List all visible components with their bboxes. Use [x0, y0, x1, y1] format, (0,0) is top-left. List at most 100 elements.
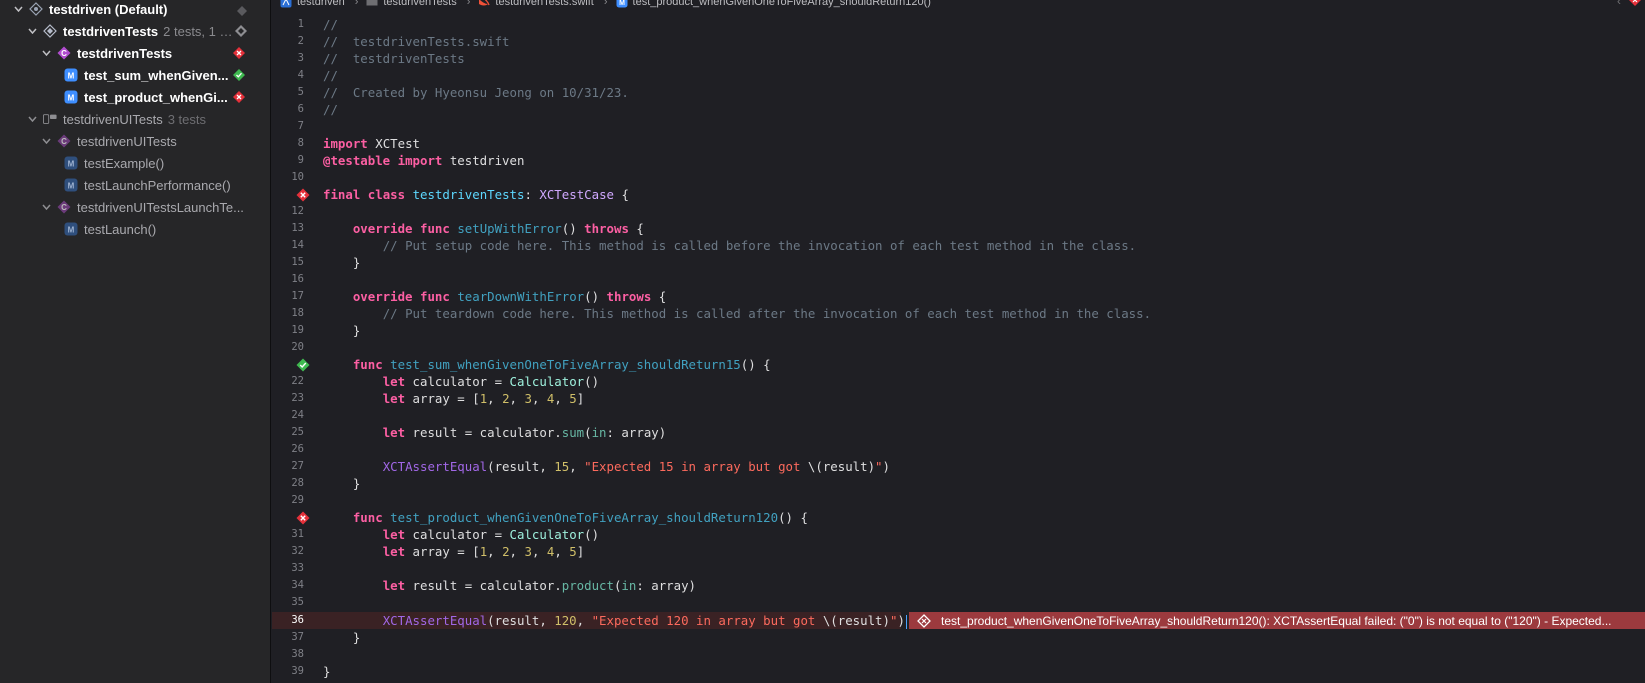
swift-icon	[478, 0, 491, 8]
line-number: 37	[291, 631, 304, 643]
code-line: }	[352, 476, 361, 491]
jump-bar: testdriven › testdrivenTests › testdrive…	[272, 0, 1645, 10]
line-number: 33	[291, 562, 304, 574]
code-line: func test_product_whenGivenOneToFiveArra…	[352, 510, 808, 525]
test-failed-icon[interactable]	[233, 91, 247, 105]
crumb-group[interactable]: testdrivenTests	[366, 0, 457, 8]
method-icon: M	[64, 178, 78, 192]
test-bundle-icon	[43, 24, 57, 38]
code-line: }	[323, 664, 331, 679]
code-line: // testdrivenTests	[323, 51, 465, 66]
svg-text:C: C	[61, 137, 67, 146]
code-line: override func setUpWithError() throws {	[352, 221, 644, 236]
test-failed-icon[interactable]	[233, 47, 247, 61]
code-line: //	[323, 68, 338, 83]
tree-label: testdriven (Default)	[49, 1, 168, 17]
code-line: // Put setup code here. This method is c…	[382, 238, 1137, 253]
line-number: 29	[291, 494, 304, 506]
test-failed-icon[interactable]	[296, 511, 310, 525]
diamond-icon[interactable]	[235, 25, 247, 37]
tree-row-test-launch-performance[interactable]: M testLaunchPerformance()	[0, 174, 270, 196]
chevron-left-icon[interactable]: ‹	[1617, 0, 1621, 9]
code-line: // Created by Hyeonsu Jeong on 10/31/23.	[323, 85, 629, 100]
code-line: // Put teardown code here. This method i…	[382, 306, 1152, 321]
line-number: 2	[297, 35, 304, 47]
line-number: 20	[291, 341, 304, 353]
tree-row-ui-test-target[interactable]: testdrivenUITests 3 tests	[0, 108, 270, 130]
error-banner[interactable]: test_product_whenGivenOneToFiveArray_sho…	[909, 612, 1645, 629]
code-line: // testdrivenTests.swift	[323, 34, 510, 49]
tree-label: testdrivenTests	[63, 23, 159, 39]
line-number: 38	[291, 648, 304, 660]
line-number: 3	[297, 52, 304, 64]
test-failed-icon[interactable]	[296, 188, 310, 202]
class-icon: C	[57, 134, 71, 148]
line-number: 1	[297, 18, 304, 30]
line-number: 39	[291, 665, 304, 677]
line-number: 5	[297, 86, 304, 98]
chevron-down-icon[interactable]	[26, 25, 38, 37]
svg-text:M: M	[68, 160, 75, 169]
issue-error-icon[interactable]	[1629, 0, 1641, 9]
tree-label: testLaunch()	[84, 221, 157, 237]
code-line: let calculator = Calculator()	[382, 374, 600, 389]
test-navigator: testdriven (Default) testdrivenTests 2 t…	[0, 0, 271, 683]
tree-row-test-target[interactable]: testdrivenTests 2 tests, 1 f...	[0, 20, 270, 42]
test-passed-icon[interactable]	[296, 358, 310, 372]
chevron-down-icon[interactable]	[12, 3, 24, 15]
svg-text:M: M	[68, 226, 75, 235]
line-number: 18	[291, 307, 304, 319]
line-number: 16	[291, 273, 304, 285]
line-number: 34	[291, 579, 304, 591]
line-number: 15	[291, 256, 304, 268]
tree-row-ui-launch-tests-class[interactable]: C testdrivenUITestsLaunchTe...	[0, 196, 270, 218]
code-line: let calculator = Calculator()	[382, 527, 600, 542]
method-icon: M	[64, 90, 78, 104]
test-passed-icon[interactable]	[233, 69, 247, 83]
code-line: let array = [1, 2, 3, 4, 5]	[382, 391, 585, 406]
code-line: }	[352, 323, 361, 338]
crumb-project[interactable]: testdriven	[280, 0, 345, 8]
chevron-right-icon: ›	[603, 0, 608, 8]
jump-bar-controls: ‹	[1617, 0, 1641, 9]
tree-row-scheme[interactable]: testdriven (Default)	[0, 0, 270, 20]
tree-row-test-product[interactable]: M test_product_whenGi...	[0, 86, 270, 108]
tree-row-ui-test-class[interactable]: C testdrivenUITests	[0, 130, 270, 152]
code-line: //	[323, 17, 338, 32]
line-number: 31	[291, 528, 304, 540]
diamond-icon[interactable]	[237, 4, 247, 16]
test-plan-icon	[29, 2, 43, 16]
crumb-symbol[interactable]: M test_product_whenGivenOneToFiveArray_s…	[616, 0, 931, 8]
tree-label: testdrivenUITestsLaunchTe...	[77, 199, 244, 215]
chevron-down-icon[interactable]	[40, 201, 52, 213]
class-icon: C	[57, 46, 71, 60]
class-icon: C	[57, 200, 71, 214]
ui-test-bundle-icon	[43, 112, 57, 126]
code-line: final class testdrivenTests: XCTestCase …	[323, 187, 629, 202]
method-icon: M	[64, 156, 78, 170]
project-icon	[280, 0, 292, 8]
tree-row-test-launch[interactable]: M testLaunch()	[0, 218, 270, 240]
crumb-file[interactable]: testdrivenTests.swift	[478, 0, 594, 8]
code-line: XCTAssertEqual(result, 15, "Expected 15 …	[382, 459, 890, 474]
chevron-down-icon[interactable]	[40, 47, 52, 59]
code-line: //	[323, 102, 338, 117]
chevron-down-icon[interactable]	[40, 135, 52, 147]
line-number: 13	[291, 222, 304, 234]
line-number: 9	[297, 154, 304, 166]
test-count: 3 tests	[167, 111, 206, 127]
line-number: 22	[291, 375, 304, 387]
chevron-right-icon: ›	[466, 0, 471, 8]
code-line: func test_sum_whenGivenOneToFiveArray_sh…	[352, 357, 771, 372]
svg-text:M: M	[68, 182, 75, 191]
tree-row-test-class[interactable]: C testdrivenTests	[0, 42, 270, 64]
tree-row-test-example[interactable]: M testExample()	[0, 152, 270, 174]
tree-row-test-sum[interactable]: M test_sum_whenGiven...	[0, 64, 270, 86]
line-number: 26	[291, 443, 304, 455]
code-line: override func tearDownWithError() throws…	[352, 289, 667, 304]
line-number: 28	[291, 477, 304, 489]
source-editor: testdriven › testdrivenTests › testdrive…	[272, 0, 1645, 683]
chevron-down-icon[interactable]	[26, 113, 38, 125]
svg-text:M: M	[68, 94, 75, 103]
svg-text:C: C	[61, 203, 67, 212]
